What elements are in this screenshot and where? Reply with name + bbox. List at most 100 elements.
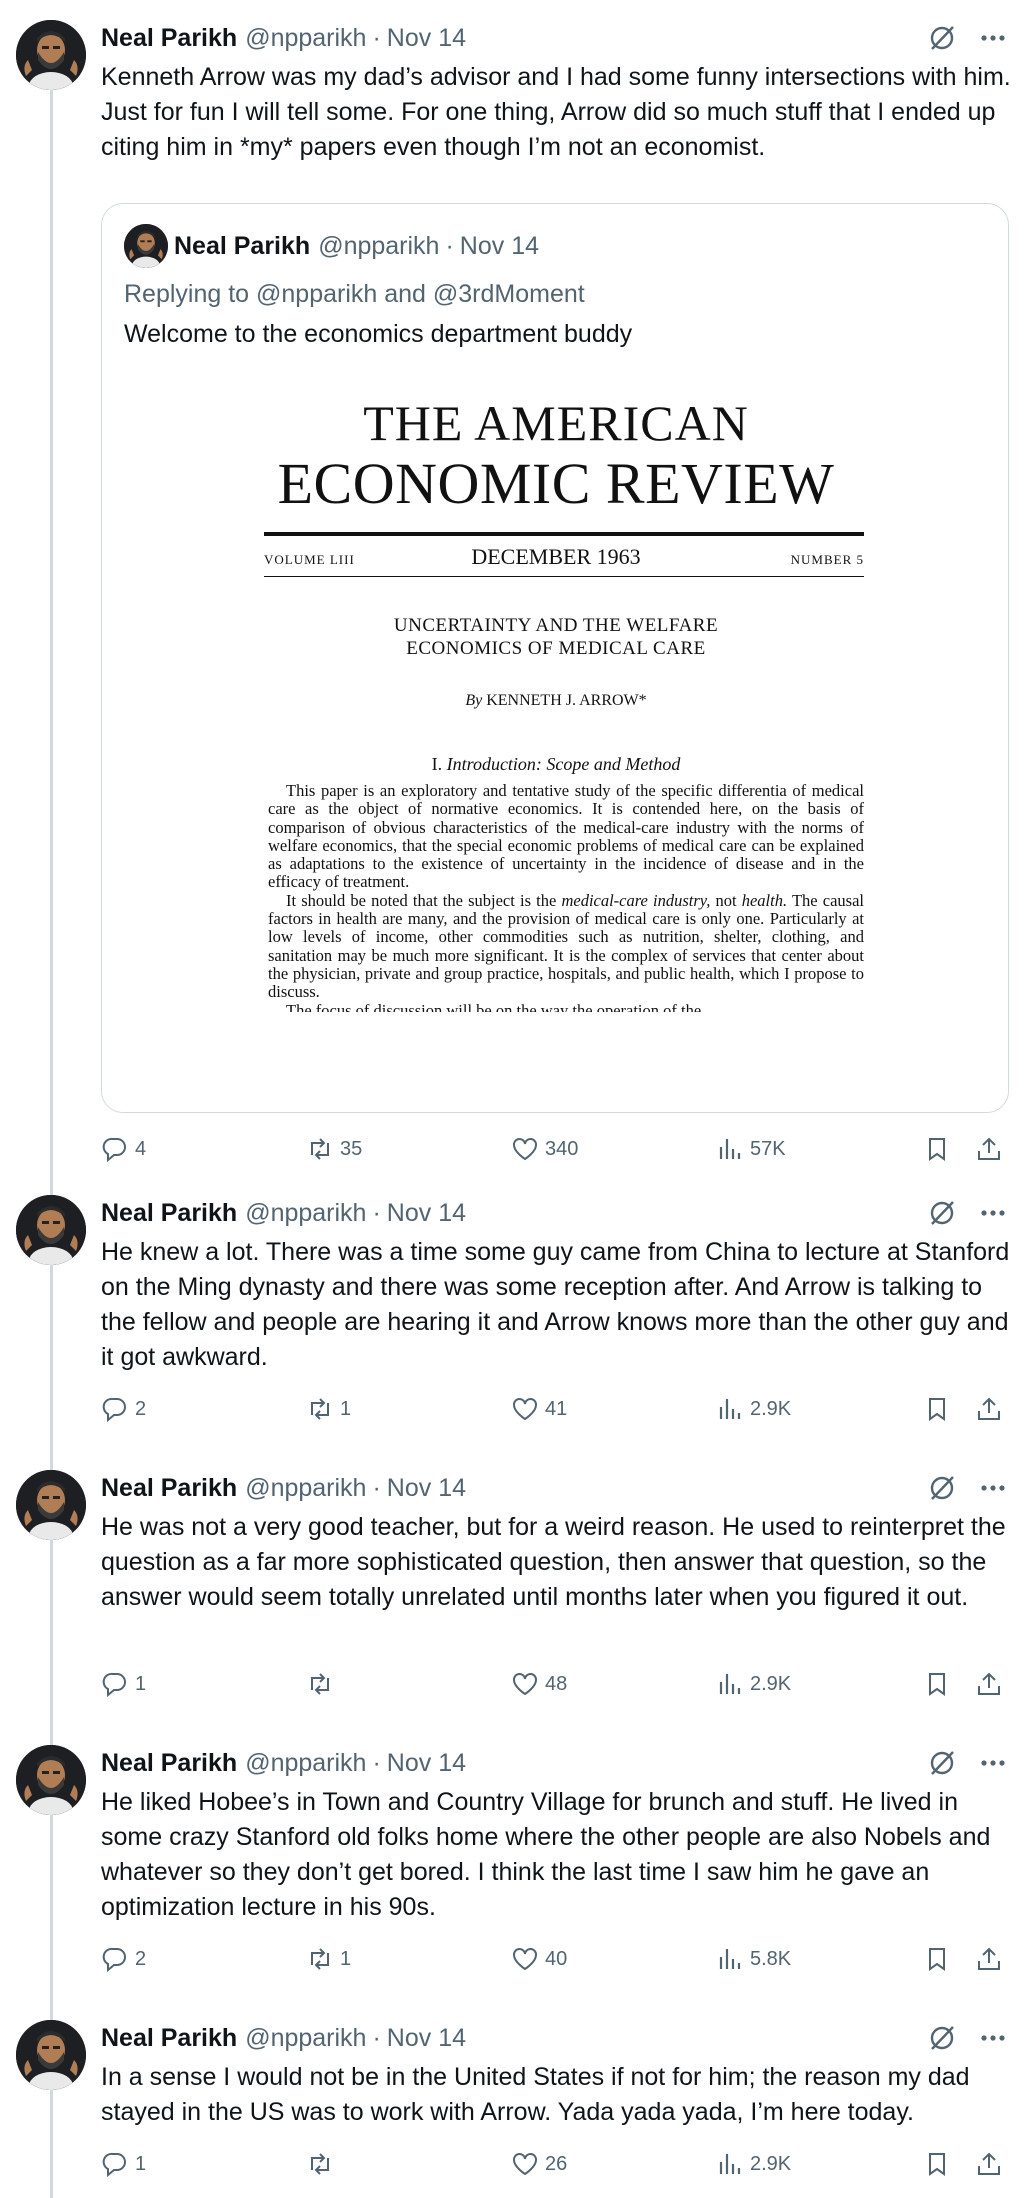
article-title-line1: UNCERTAINTY AND THE WELFARE bbox=[393, 615, 719, 636]
grok-icon[interactable] bbox=[926, 1747, 958, 1779]
separator: · bbox=[372, 1198, 381, 1227]
tweet-text: He knew a lot. There was a time some guy… bbox=[101, 1238, 1010, 1371]
author-name[interactable]: Neal Parikh bbox=[101, 1199, 237, 1228]
bookmark-button[interactable] bbox=[923, 1666, 951, 1702]
author-handle[interactable]: @npparikh bbox=[245, 1749, 366, 1778]
quoted-date[interactable]: Nov 14 bbox=[460, 232, 539, 261]
more-icon[interactable] bbox=[977, 1197, 1009, 1229]
journal-rule bbox=[264, 576, 864, 577]
more-icon[interactable] bbox=[977, 2022, 1009, 2054]
avatar[interactable] bbox=[16, 1745, 86, 1815]
separator: · bbox=[372, 23, 381, 52]
heart-icon bbox=[513, 2153, 537, 2176]
avatar[interactable] bbox=[16, 1470, 86, 1540]
journal-date: DECEMBER 1963 bbox=[471, 544, 641, 569]
more-icon[interactable] bbox=[977, 1472, 1009, 1504]
bookmark-button[interactable] bbox=[923, 2146, 951, 2182]
grok-icon[interactable] bbox=[926, 2022, 958, 2054]
views-count: 57K bbox=[750, 1137, 786, 1160]
author-handle[interactable]: @npparikh bbox=[245, 2024, 366, 2053]
reply-button[interactable]: 2 bbox=[101, 1391, 146, 1427]
views-count: 2.9K bbox=[750, 1397, 792, 1420]
reply-button[interactable]: 2 bbox=[101, 1941, 146, 1977]
article-author: By KENNETH J. ARROW* bbox=[102, 692, 1008, 710]
share-button[interactable] bbox=[975, 2146, 1003, 2182]
reply-count: 1 bbox=[135, 2152, 147, 2175]
grok-icon[interactable] bbox=[926, 1472, 958, 1504]
retweet-button[interactable] bbox=[306, 1666, 340, 1702]
thread-line bbox=[50, 74, 53, 2198]
share-button[interactable] bbox=[975, 1941, 1003, 1977]
share-button[interactable] bbox=[975, 1666, 1003, 1702]
like-button[interactable]: 340 bbox=[511, 1131, 578, 1167]
author-name[interactable]: Neal Parikh bbox=[101, 1474, 237, 1503]
tweet-date[interactable]: Nov 14 bbox=[387, 1474, 466, 1503]
tweet-date[interactable]: Nov 14 bbox=[387, 24, 466, 53]
retweet-count: 1 bbox=[340, 1947, 352, 1970]
tweet-date[interactable]: Nov 14 bbox=[387, 1199, 466, 1228]
author-label: KENNETH J. ARROW* bbox=[486, 692, 647, 709]
retweet-icon bbox=[311, 1948, 329, 1970]
views-button[interactable]: 2.9K bbox=[716, 1391, 791, 1427]
share-icon bbox=[978, 1137, 1000, 1160]
share-icon bbox=[978, 2152, 1000, 2175]
action-bar: 2 1 41 2.9K bbox=[101, 1391, 1011, 1427]
tweet-date[interactable]: Nov 14 bbox=[387, 1749, 466, 1778]
share-button[interactable] bbox=[975, 1131, 1003, 1167]
author-name[interactable]: Neal Parikh bbox=[101, 1749, 237, 1778]
retweet-button[interactable]: 35 bbox=[306, 1131, 362, 1167]
avatar[interactable] bbox=[16, 2020, 86, 2090]
share-button[interactable] bbox=[975, 1391, 1003, 1427]
article-body: This paper is an exploratory and tentati… bbox=[268, 781, 864, 1011]
views-icon bbox=[719, 1949, 741, 1969]
section-number: I. bbox=[431, 754, 443, 774]
bookmark-icon bbox=[929, 1948, 945, 1971]
bookmark-button[interactable] bbox=[923, 1391, 951, 1427]
retweet-button[interactable]: 1 bbox=[306, 1941, 351, 1977]
views-button[interactable]: 2.9K bbox=[716, 2146, 791, 2182]
bookmark-button[interactable] bbox=[923, 1941, 951, 1977]
journal-title-line1: THE AMERICAN bbox=[363, 395, 749, 451]
avatar[interactable] bbox=[16, 1195, 86, 1265]
tweet-header: Neal Parikh @npparikh · Nov 14 bbox=[101, 18, 466, 58]
retweet-button[interactable]: 1 bbox=[306, 1391, 351, 1427]
journal-page-image[interactable]: THE AMERICAN ECONOMIC REVIEW VOLUME LIII… bbox=[102, 374, 1008, 1112]
avatar[interactable] bbox=[16, 20, 86, 90]
like-button[interactable]: 41 bbox=[511, 1391, 567, 1427]
like-button[interactable]: 48 bbox=[511, 1666, 567, 1702]
retweet-button[interactable] bbox=[306, 2146, 340, 2182]
retweet-icon bbox=[311, 1138, 329, 1160]
grok-icon[interactable] bbox=[926, 22, 958, 54]
bookmark-button[interactable] bbox=[923, 1131, 951, 1167]
tweet-text: He was not a very good teacher, but for … bbox=[101, 1513, 1006, 1611]
like-button[interactable]: 40 bbox=[511, 1941, 567, 1977]
author-handle[interactable]: @npparikh bbox=[245, 1199, 366, 1228]
views-button[interactable]: 5.8K bbox=[716, 1941, 791, 1977]
journal-rule bbox=[264, 532, 864, 536]
quoted-avatar[interactable] bbox=[124, 224, 168, 268]
like-count: 26 bbox=[545, 2152, 568, 2175]
reply-count: 4 bbox=[135, 1137, 147, 1160]
author-handle[interactable]: @npparikh bbox=[245, 1474, 366, 1503]
reply-count: 1 bbox=[135, 1672, 147, 1695]
quoted-author-name[interactable]: Neal Parikh bbox=[174, 232, 310, 261]
tweet-date[interactable]: Nov 14 bbox=[387, 2024, 466, 2053]
author-handle[interactable]: @npparikh bbox=[245, 24, 366, 53]
separator: · bbox=[372, 1748, 381, 1777]
tweet-text: He liked Hobee’s in Town and Country Vil… bbox=[101, 1788, 991, 1921]
article-title-line2: ECONOMICS OF MEDICAL CARE bbox=[406, 638, 706, 659]
like-button[interactable]: 26 bbox=[511, 2146, 567, 2182]
quoted-author-handle[interactable]: @npparikh bbox=[318, 232, 439, 261]
views-button[interactable]: 2.9K bbox=[716, 1666, 791, 1702]
reply-button[interactable]: 1 bbox=[101, 2146, 146, 2182]
reply-button[interactable]: 1 bbox=[101, 1666, 146, 1702]
reply-button[interactable]: 4 bbox=[101, 1131, 146, 1167]
more-icon[interactable] bbox=[977, 22, 1009, 54]
more-icon[interactable] bbox=[977, 1747, 1009, 1779]
author-name[interactable]: Neal Parikh bbox=[101, 24, 237, 53]
views-button[interactable]: 57K bbox=[716, 1131, 786, 1167]
grok-icon[interactable] bbox=[926, 1197, 958, 1229]
replying-to: Replying to @npparikh and @3rdMoment bbox=[124, 280, 585, 308]
quoted-tweet[interactable]: Neal Parikh @npparikh · Nov 14 Replying … bbox=[101, 203, 1009, 1113]
author-name[interactable]: Neal Parikh bbox=[101, 2024, 237, 2053]
